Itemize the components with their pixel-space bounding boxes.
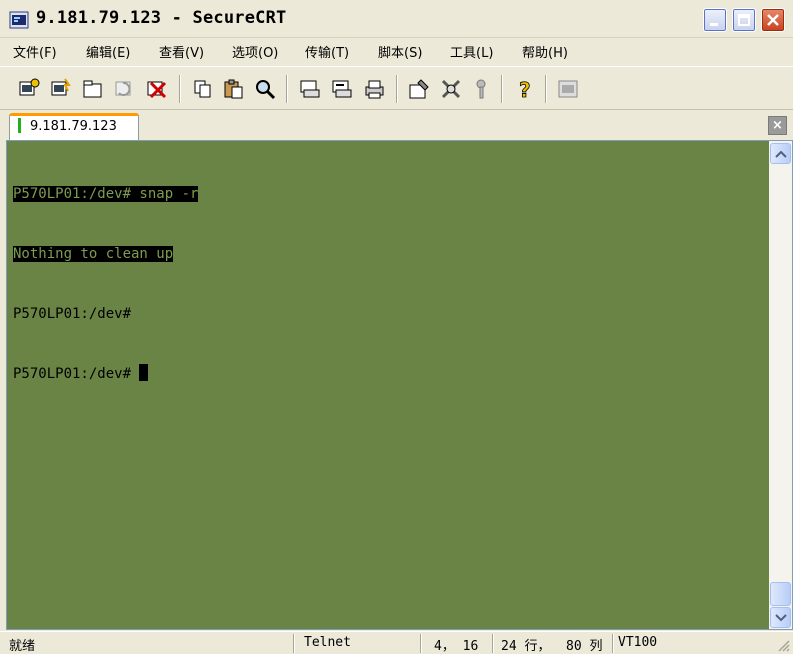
print-icon[interactable] xyxy=(362,77,386,101)
toolbar-separator xyxy=(545,75,547,103)
keymap-icon[interactable] xyxy=(469,77,493,101)
status-divider xyxy=(420,634,422,653)
status-emulation: VT100 xyxy=(618,635,658,650)
find-icon[interactable] xyxy=(253,77,277,101)
status-cursor-position: 4， 16 xyxy=(434,639,479,654)
chevron-down-icon xyxy=(775,614,787,622)
terminal-line: Nothing to clean up xyxy=(13,246,174,262)
status-divider xyxy=(293,634,295,653)
terminal-screen[interactable]: P570LP01:/dev# snap -r Nothing to clean … xyxy=(7,141,769,629)
chevron-up-icon xyxy=(775,150,787,158)
menu-file[interactable]: 文件(F) xyxy=(13,42,57,61)
status-ready: 就绪 xyxy=(9,639,36,654)
session-tab-label: 9.181.79.123 xyxy=(30,119,117,134)
reconnect-icon[interactable] xyxy=(113,77,137,101)
minimize-button[interactable] xyxy=(703,8,727,32)
close-button[interactable] xyxy=(761,8,785,32)
print-selection-icon[interactable] xyxy=(330,77,354,101)
toolbar-separator xyxy=(179,75,181,103)
scroll-up-button[interactable] xyxy=(770,143,791,164)
terminal-frame: P570LP01:/dev# snap -r Nothing to clean … xyxy=(6,140,793,630)
session-tab[interactable]: 9.181.79.123 xyxy=(9,113,139,140)
menu-help[interactable]: 帮助(H) xyxy=(522,42,568,61)
securecrt-app-icon[interactable] xyxy=(9,10,29,30)
menu-tools[interactable]: 工具(L) xyxy=(450,42,493,61)
svg-text:?: ? xyxy=(519,78,531,101)
session-tab-strip: 9.181.79.123 × xyxy=(0,110,793,140)
status-cols: 80 列 xyxy=(566,639,603,654)
menu-bar: 文件(F) 编辑(E) 查看(V) 选项(O) 传输(T) 脚本(S) 工具(L… xyxy=(0,38,793,64)
connected-indicator-icon xyxy=(18,118,21,133)
status-divider xyxy=(492,634,494,653)
menu-transfer[interactable]: 传输(T) xyxy=(305,42,349,61)
help-icon[interactable]: ? xyxy=(513,77,537,103)
terminal-line: P570LP01:/dev# xyxy=(13,364,769,384)
status-bar: 就绪 Telnet 4， 16 24 行， 80 列 VT100 xyxy=(0,631,793,654)
global-options-icon[interactable] xyxy=(439,77,463,101)
terminal-cursor xyxy=(139,364,149,381)
menu-view[interactable]: 查看(V) xyxy=(159,42,204,61)
scrollbar-thumb[interactable] xyxy=(770,582,791,606)
connect-icon[interactable] xyxy=(17,77,41,101)
title-bar[interactable]: 9.181.79.123 - SecureCRT xyxy=(0,0,793,38)
toolbar-separator xyxy=(396,75,398,103)
toolbar-separator xyxy=(501,75,503,103)
connect-tab-icon[interactable] xyxy=(81,77,105,101)
close-tab-icon[interactable]: × xyxy=(768,116,787,135)
session-options-icon[interactable] xyxy=(407,77,431,101)
window-title: 9.181.79.123 - SecureCRT xyxy=(36,8,287,28)
maximize-button[interactable] xyxy=(732,8,756,32)
vertical-scrollbar[interactable] xyxy=(769,141,792,629)
maximize-icon xyxy=(738,14,750,26)
status-protocol: Telnet xyxy=(304,635,351,650)
paste-icon[interactable] xyxy=(222,77,246,101)
quick-connect-icon[interactable] xyxy=(49,77,73,101)
terminal-line: P570LP01:/dev# xyxy=(13,306,132,322)
toolbar-separator xyxy=(286,75,288,103)
resize-grip-icon[interactable] xyxy=(775,637,791,653)
menu-edit[interactable]: 编辑(E) xyxy=(86,42,130,61)
disconnect-icon[interactable] xyxy=(145,77,169,101)
scroll-down-button[interactable] xyxy=(770,607,791,628)
close-icon xyxy=(767,14,779,26)
copy-icon[interactable] xyxy=(191,77,215,101)
status-rows: 24 行， xyxy=(501,639,551,654)
menu-script[interactable]: 脚本(S) xyxy=(378,42,422,61)
status-divider xyxy=(612,634,614,653)
print-setup-icon[interactable] xyxy=(298,77,322,101)
menu-options[interactable]: 选项(O) xyxy=(232,42,278,61)
terminal-line: P570LP01:/dev# snap -r xyxy=(13,186,199,202)
sftp-icon[interactable] xyxy=(556,77,580,101)
minimize-icon xyxy=(710,23,718,26)
toolbar: ? xyxy=(0,66,793,110)
